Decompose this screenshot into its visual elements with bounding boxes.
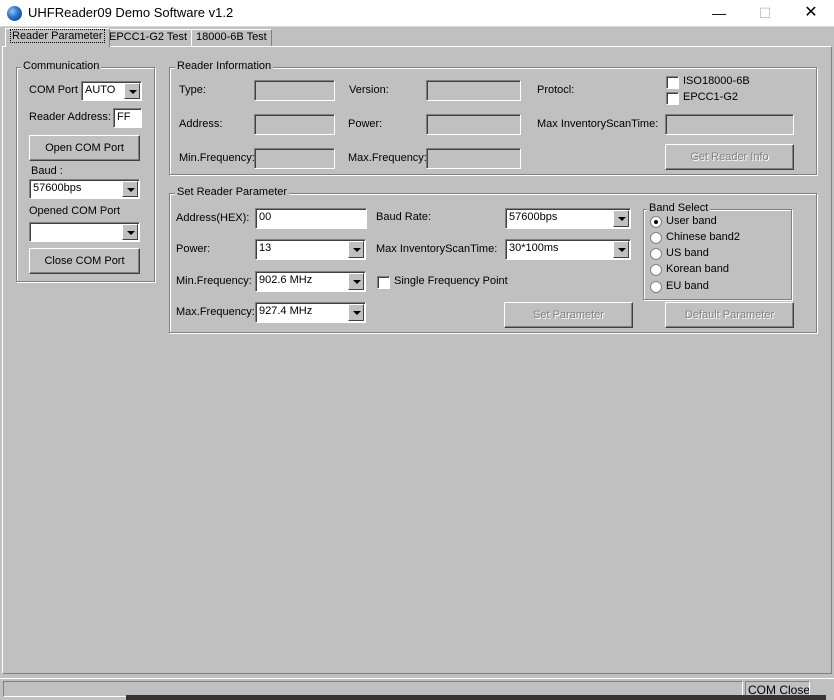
band-radio-us[interactable] <box>650 248 662 260</box>
iso18000-6b-checkbox[interactable] <box>666 76 679 89</box>
reader-information-group-title: Reader Information <box>175 60 274 72</box>
tab-18000-6b-test[interactable]: 18000-6B Test <box>191 29 272 46</box>
min-frequency-value: 902.6 MHz <box>259 274 313 286</box>
info-max-scan-label: Max InventoryScanTime: <box>537 118 659 130</box>
power-label: Power: <box>176 243 211 255</box>
window-title: UHFReader09 Demo Software v1.2 <box>28 5 234 20</box>
info-max-freq-label: Max.Frequency: <box>348 152 427 164</box>
epcc1-g2-label: EPCC1-G2 <box>683 91 739 103</box>
single-frequency-checkbox[interactable] <box>377 276 390 289</box>
power-select[interactable]: 13 <box>255 239 366 260</box>
baud-select[interactable]: 57600bps <box>29 179 140 199</box>
band-radio-user[interactable] <box>650 216 662 228</box>
chevron-down-icon[interactable] <box>348 304 364 321</box>
baud-label: Baud : <box>31 165 63 177</box>
reader-address-label: Reader Address: <box>29 111 111 123</box>
band-select-group-title: Band Select <box>647 202 711 214</box>
band-radio-korean[interactable] <box>650 264 662 276</box>
maximize-button[interactable]: ☐ <box>742 0 788 27</box>
reader-address-input[interactable]: FF <box>113 108 142 128</box>
max-frequency-label: Max.Frequency: <box>176 306 255 318</box>
single-frequency-label: Single Frequency Point <box>394 275 508 287</box>
chevron-down-icon[interactable] <box>348 273 364 290</box>
info-address-label: Address: <box>179 118 223 130</box>
tab-epcc1-g2-test[interactable]: EPCC1-G2 Test <box>104 29 193 46</box>
info-power-label: Power: <box>348 118 383 130</box>
band-radio-eu[interactable] <box>650 281 662 293</box>
tab-reader-parameter-label: Reader Parameter <box>10 29 105 43</box>
tab-reader-parameter[interactable]: Reader Parameter <box>5 28 110 47</box>
com-port-select[interactable]: AUTO <box>81 81 142 101</box>
band-label-us: US band <box>666 247 709 259</box>
info-max-freq-field <box>426 148 521 169</box>
opened-com-port-select[interactable] <box>29 222 140 242</box>
chevron-down-icon[interactable] <box>122 224 138 240</box>
version-field <box>426 80 521 101</box>
iso18000-6b-label: ISO18000-6B <box>683 75 750 87</box>
baud-rate-label: Baud Rate: <box>376 211 432 223</box>
set-parameter-button[interactable]: Set Parameter <box>504 302 633 328</box>
band-radio-chinese2[interactable] <box>650 232 662 244</box>
band-label-chinese2: Chinese band2 <box>666 231 741 243</box>
close-button[interactable]: ✕ <box>788 0 834 27</box>
info-min-freq-field <box>254 148 335 169</box>
minimize-button[interactable]: — <box>696 0 742 27</box>
band-label-user: User band <box>666 215 717 227</box>
chevron-down-icon[interactable] <box>348 241 364 258</box>
max-scan-time-label: Max InventoryScanTime: <box>376 243 498 255</box>
band-label-korean: Korean band <box>666 263 729 275</box>
close-com-port-button[interactable]: Close COM Port <box>29 248 140 274</box>
epcc1-g2-checkbox[interactable] <box>666 92 679 105</box>
com-port-value: AUTO <box>85 84 116 96</box>
baud-rate-value: 57600bps <box>509 211 558 223</box>
info-power-field <box>426 114 521 135</box>
address-hex-label: Address(HEX): <box>176 212 250 224</box>
address-hex-input[interactable]: 00 <box>255 208 367 229</box>
chevron-down-icon[interactable] <box>613 241 629 258</box>
protocol-label: Protocl: <box>537 84 575 96</box>
com-port-label: COM Port <box>29 84 78 96</box>
type-label: Type: <box>179 84 206 96</box>
type-field <box>254 80 335 101</box>
baud-rate-select[interactable]: 57600bps <box>505 208 631 229</box>
max-frequency-select[interactable]: 927.4 MHz <box>255 302 366 323</box>
max-scan-time-value: 30*100ms <box>509 242 559 254</box>
chevron-down-icon[interactable] <box>613 210 629 227</box>
set-reader-parameter-group-title: Set Reader Parameter <box>175 186 290 198</box>
min-frequency-label: Min.Frequency: <box>176 275 252 287</box>
max-frequency-value: 927.4 MHz <box>259 305 313 317</box>
chevron-down-icon[interactable] <box>122 181 138 197</box>
default-parameter-button[interactable]: Default Parameter <box>665 302 794 328</box>
baud-value: 57600bps <box>33 182 82 194</box>
min-frequency-select[interactable]: 902.6 MHz <box>255 271 366 292</box>
band-label-eu: EU band <box>666 280 709 292</box>
open-com-port-button[interactable]: Open COM Port <box>29 135 140 161</box>
max-scan-time-select[interactable]: 30*100ms <box>505 239 631 260</box>
communication-group-title: Communication <box>21 60 102 72</box>
chevron-down-icon[interactable] <box>124 83 140 99</box>
version-label: Version: <box>349 84 389 96</box>
info-address-field <box>254 114 335 135</box>
opened-com-port-label: Opened COM Port <box>29 205 121 217</box>
info-max-scan-field <box>665 114 794 135</box>
power-value: 13 <box>259 242 272 254</box>
get-reader-info-button[interactable]: Get Reader Info <box>665 144 794 170</box>
app-globe-icon <box>7 6 22 21</box>
background-strip <box>126 695 826 700</box>
info-min-freq-label: Min.Frequency: <box>179 152 255 164</box>
